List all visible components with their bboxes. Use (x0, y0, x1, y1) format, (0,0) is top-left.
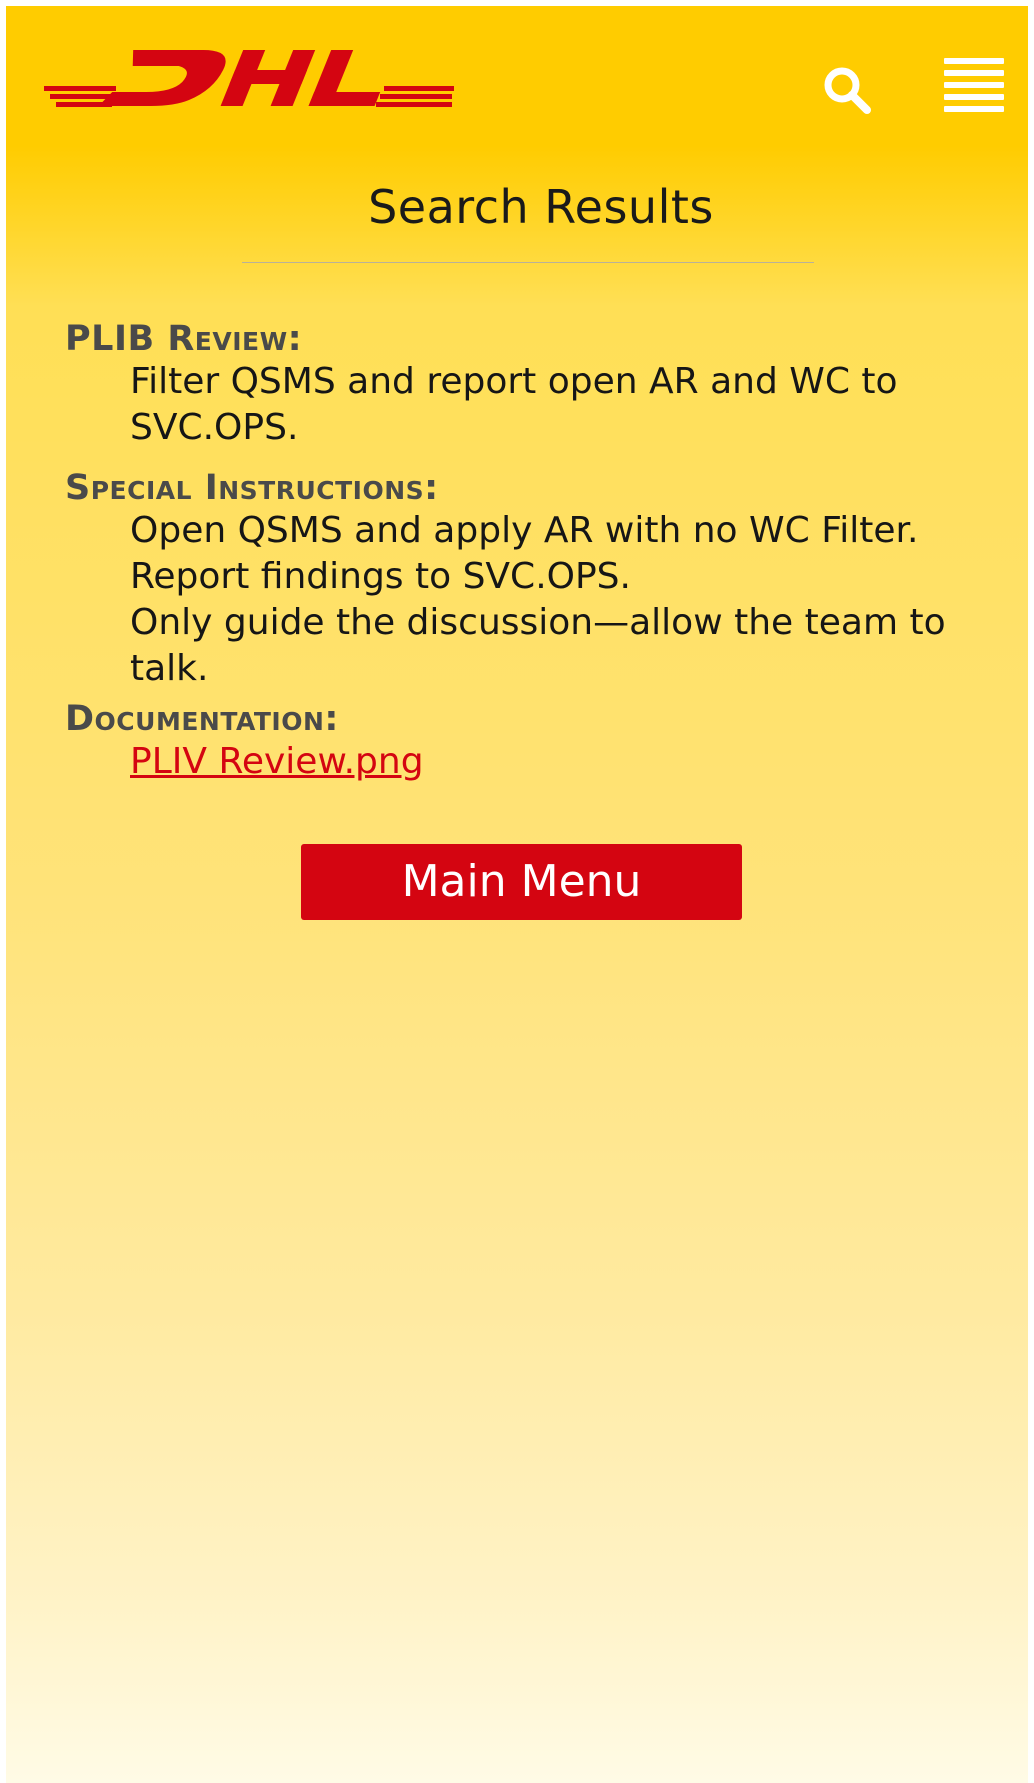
hamburger-bar (944, 94, 1004, 100)
plib-review-line: SVC.OPS. (130, 407, 299, 448)
special-instructions-line: Report findings to SVC.OPS. (130, 556, 631, 597)
documentation-section: Documentation: PLIV Review.png (65, 699, 965, 785)
plib-review-section: PLIB Review: Filter QSMS and report open… (65, 319, 965, 451)
search-icon (824, 67, 871, 114)
hamburger-menu-icon (944, 58, 1004, 64)
page-title: Search Results (368, 180, 714, 234)
hamburger-bar (944, 106, 1004, 112)
hamburger-bar (944, 70, 1004, 76)
documentation-label: Documentation: (65, 699, 339, 739)
plib-review-label: PLIB Review: (65, 319, 303, 359)
title-divider (242, 262, 814, 263)
header (6, 6, 1028, 156)
documentation-link[interactable]: PLIV Review.png (130, 739, 965, 785)
hamburger-menu-button[interactable] (944, 58, 1006, 112)
special-instructions-line: Only guide the discussion—allow the team… (130, 602, 946, 643)
special-instructions-section: Special Instructions: Open QSMS and appl… (65, 468, 965, 692)
special-instructions-line: talk. (130, 648, 209, 689)
special-instructions-line: Open QSMS and apply AR with no WC Filter… (130, 510, 919, 551)
dhl-logo[interactable] (44, 48, 454, 110)
search-button[interactable] (821, 64, 873, 116)
plib-review-line: Filter QSMS and report open AR and WC to (130, 361, 898, 402)
app-frame: Search Results PLIB Review: Filter QSMS … (6, 6, 1028, 1783)
hamburger-bar (944, 82, 1004, 88)
main-menu-button[interactable]: Main Menu (301, 844, 742, 920)
special-instructions-label: Special Instructions: (65, 468, 439, 508)
